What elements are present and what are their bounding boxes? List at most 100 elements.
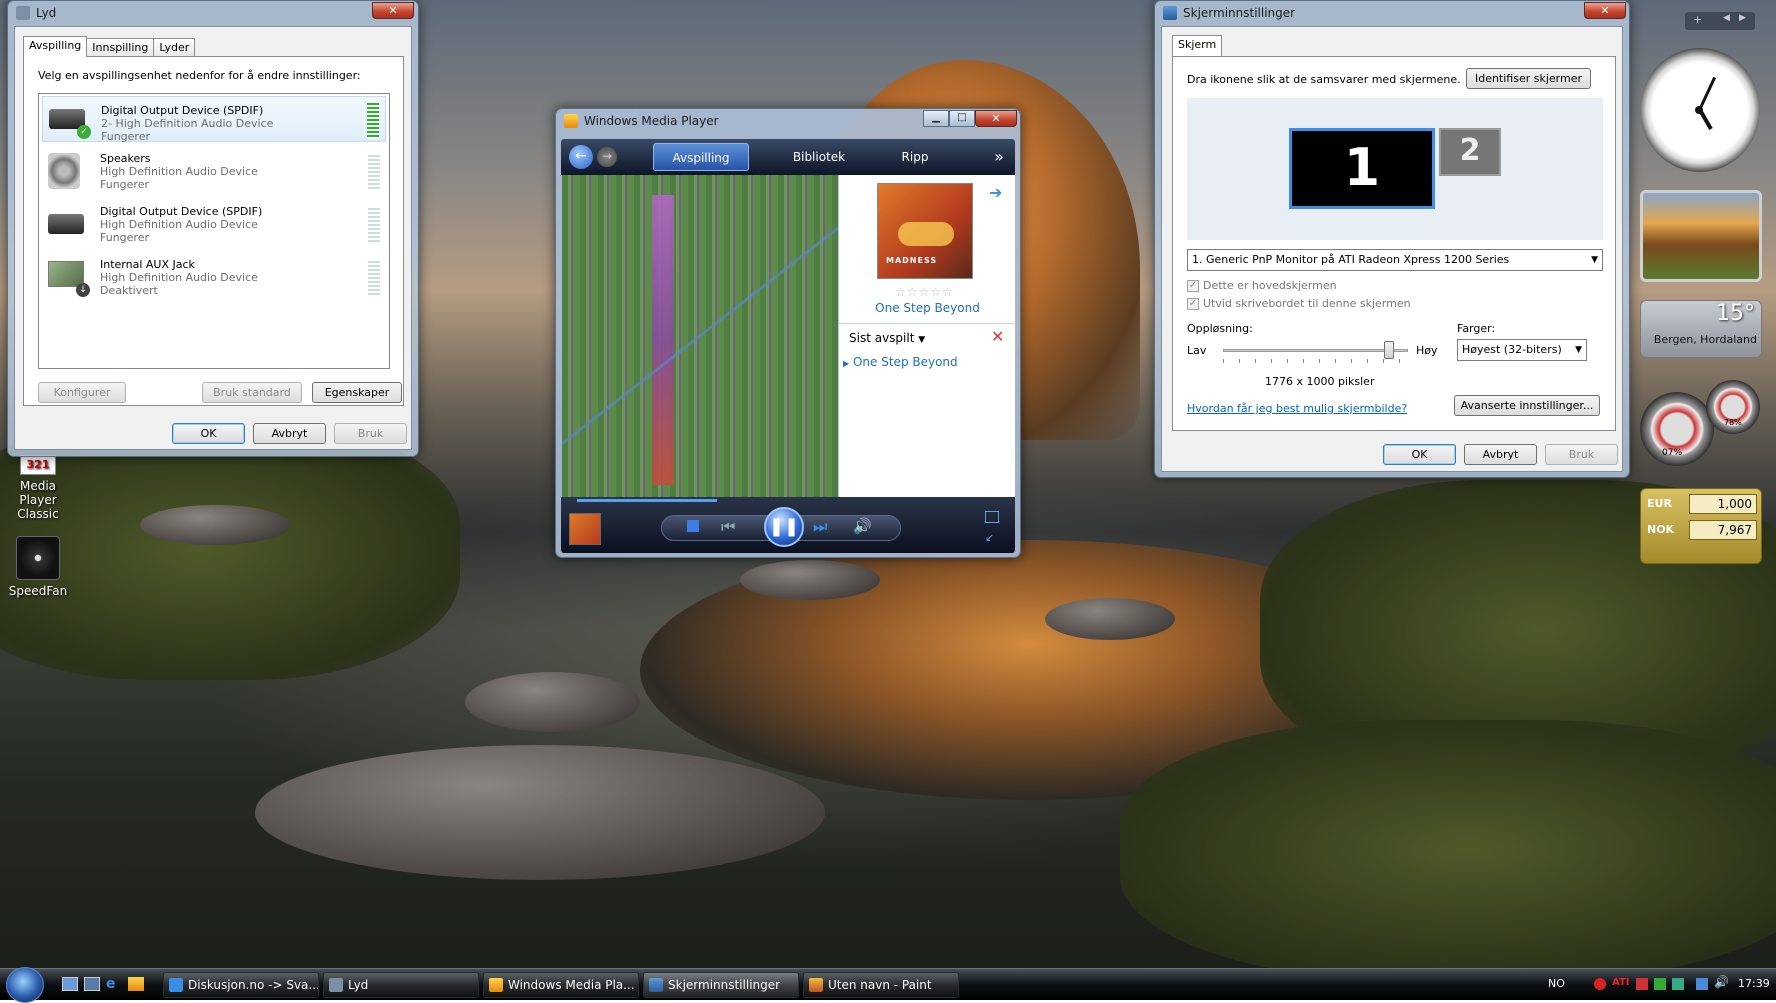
ok-button[interactable]: OK — [1383, 444, 1456, 465]
device-item[interactable]: ✓ Digital Output Device (SPDIF) 2- High … — [42, 96, 386, 143]
currency-value[interactable]: 1,000 — [1689, 494, 1757, 514]
minimize-button[interactable]: ▁ — [923, 110, 949, 127]
volume-button[interactable]: 🔊 — [853, 517, 872, 535]
mini-mode-button[interactable]: ↙ — [985, 531, 994, 544]
taskbar-item[interactable]: Diskusjon.no -> Sva... — [163, 972, 319, 998]
monitor-2[interactable]: 2 — [1439, 128, 1501, 176]
switch-windows-icon[interactable] — [84, 977, 100, 991]
start-button[interactable] — [6, 967, 44, 1003]
visualization[interactable] — [562, 175, 838, 497]
device-list[interactable]: ✓ Digital Output Device (SPDIF) 2- High … — [38, 93, 390, 369]
currency-value[interactable]: 7,967 — [1689, 520, 1757, 540]
tab-skjerm[interactable]: Skjerm — [1172, 35, 1223, 56]
weather-gadget[interactable]: 15° Bergen, Hordaland — [1640, 300, 1762, 358]
close-button[interactable]: ✕ — [1584, 2, 1626, 19]
clock[interactable]: 17:39 — [1738, 977, 1770, 990]
sound-dialog-titlebar[interactable]: Lyd — [8, 1, 418, 25]
maximize-button[interactable]: □ — [949, 110, 975, 127]
album-title[interactable]: One Step Beyond — [839, 301, 1016, 315]
display-settings-dialog: Skjerminnstillinger ✕ Skjerm Dra ikonene… — [1154, 0, 1630, 478]
currency-code[interactable]: NOK — [1647, 523, 1674, 536]
taskbar-item[interactable]: Lyd — [323, 972, 479, 998]
album-art[interactable]: MADNESS — [877, 183, 973, 279]
device-item[interactable]: Digital Output Device (SPDIF) High Defin… — [42, 202, 386, 248]
desktop-icon-media-player-classic[interactable]: 321 Media Player Classic — [0, 455, 76, 521]
ok-button[interactable]: OK — [172, 423, 245, 444]
chevron-right-icon[interactable]: ▶ — [1739, 13, 1746, 23]
tab-bibliotek[interactable]: Bibliotek — [779, 143, 859, 171]
taskbar-item[interactable]: Windows Media Pla... — [483, 972, 639, 998]
desktop-icon-speedfan[interactable]: SpeedFan — [0, 536, 76, 598]
visualization-line — [562, 208, 838, 445]
device-status: Deaktivert — [100, 284, 158, 297]
chevron-left-icon[interactable]: ◀ — [1723, 13, 1730, 23]
list-item[interactable]: ▶ One Step Beyond — [843, 355, 958, 369]
close-button[interactable]: ✕ — [372, 2, 414, 19]
wmp-quicklaunch-icon[interactable] — [128, 977, 144, 991]
desktop-icon-label: SpeedFan — [8, 584, 68, 598]
extend-checkbox[interactable]: ✓ — [1187, 298, 1199, 310]
now-playing-thumbnail[interactable] — [569, 513, 601, 545]
identify-button[interactable]: Identifiser skjermer — [1466, 68, 1591, 89]
taskbar-item[interactable]: Skjerminnstillinger — [643, 972, 799, 998]
divider — [839, 323, 1016, 324]
currency-gadget[interactable]: EUR 1,000 NOK 7,967 — [1640, 488, 1762, 564]
tab-ripp[interactable]: Ripp — [885, 143, 945, 171]
monitor-select[interactable]: 1. Generic PnP Monitor på ATI Radeon Xpr… — [1187, 249, 1603, 271]
slideshow-gadget[interactable] — [1640, 190, 1762, 282]
next-button[interactable]: ⏭ — [813, 517, 827, 537]
properties-button[interactable]: Egenskaper — [312, 382, 402, 403]
ie-icon[interactable]: e — [106, 976, 122, 992]
tab-avspilling[interactable]: Avspilling — [23, 36, 88, 57]
advanced-settings-button[interactable]: Avanserte innstillinger... — [1454, 395, 1600, 416]
close-button[interactable]: ✕ — [975, 110, 1017, 127]
minimize-icon: ▁ — [932, 112, 940, 123]
apply-button[interactable]: Bruk — [334, 423, 407, 444]
configure-button[interactable]: Konfigurer — [38, 382, 126, 403]
sidebar-controls: + ◀ ▶ — [1685, 12, 1755, 30]
resolution-value: 1776 x 1000 piksler — [1265, 375, 1375, 388]
display-titlebar[interactable]: Skjerminnstillinger — [1155, 1, 1629, 25]
currency-code[interactable]: EUR — [1647, 497, 1672, 510]
tray-icon[interactable] — [1636, 978, 1648, 990]
tray-icon[interactable] — [1654, 978, 1666, 990]
apply-button[interactable]: Bruk — [1545, 444, 1618, 465]
taskbar-item[interactable]: Uten navn - Paint — [803, 972, 959, 998]
clear-list-icon[interactable]: ✕ — [991, 327, 1004, 346]
device-item[interactable]: ↓ Internal AUX Jack High Definition Audi… — [42, 255, 386, 301]
speaker-icon[interactable]: 🔊 — [1714, 975, 1729, 989]
device-item[interactable]: Speakers High Definition Audio Device Fu… — [42, 149, 386, 195]
tray-icon[interactable] — [1672, 978, 1684, 990]
help-link[interactable]: Hvordan får jeg best mulig skjermbilde? — [1187, 402, 1407, 415]
seek-bar[interactable] — [577, 499, 717, 502]
pause-button[interactable]: ❚❚ — [764, 507, 804, 547]
cancel-button[interactable]: Avbryt — [253, 423, 326, 444]
cpu-meter-gadget[interactable]: 07% 78% — [1640, 380, 1762, 466]
show-desktop-icon[interactable] — [62, 977, 78, 991]
tab-innspilling[interactable]: Innspilling — [86, 38, 155, 57]
tab-avspilling[interactable]: Avspilling — [653, 143, 749, 171]
resolution-slider-track[interactable] — [1223, 349, 1408, 352]
list-title[interactable]: Sist avspilt ▼ — [849, 331, 925, 345]
primary-checkbox[interactable]: ✓ — [1187, 280, 1199, 292]
stop-button[interactable] — [687, 520, 699, 532]
previous-button[interactable]: ⏮ — [721, 517, 735, 537]
network-icon[interactable] — [1696, 978, 1708, 990]
colors-select[interactable]: Høyest (32-biters) ▼ — [1457, 339, 1587, 361]
forward-button[interactable]: → — [597, 147, 617, 167]
fullscreen-button[interactable] — [985, 511, 999, 523]
expand-arrow-icon[interactable]: ➔ — [989, 183, 1002, 202]
resolution-slider-thumb[interactable] — [1384, 341, 1394, 359]
more-tabs-button[interactable]: » — [989, 143, 1009, 171]
rating-stars-icon[interactable]: ☆☆☆☆☆ — [895, 285, 954, 299]
set-default-button[interactable]: Bruk standard — [202, 382, 302, 403]
ati-tray-icon[interactable]: ATI — [1612, 977, 1630, 988]
back-button[interactable]: ← — [569, 145, 593, 169]
cancel-button[interactable]: Avbryt — [1464, 444, 1537, 465]
tray-icon[interactable] — [1594, 978, 1606, 990]
tab-lyder[interactable]: Lyder — [153, 38, 196, 57]
clock-gadget[interactable] — [1640, 48, 1760, 172]
add-gadget-icon[interactable]: + — [1693, 13, 1702, 26]
language-indicator[interactable]: NO — [1548, 977, 1565, 990]
monitor-1[interactable]: 1 — [1289, 128, 1435, 209]
